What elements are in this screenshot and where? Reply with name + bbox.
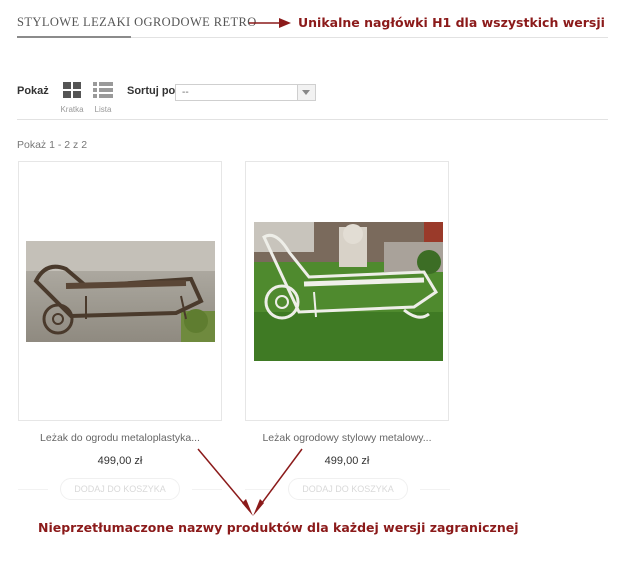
annotation-arrow-right-icon [249,18,291,28]
grid-icon [63,82,81,98]
list-view-label: Lista [94,105,112,114]
toolbar-divider [17,119,608,120]
annotation-arrows-icon [197,448,303,516]
product-card[interactable] [245,161,449,421]
wrought-iron-lounger-image[interactable] [26,241,215,342]
white-iron-lounger-image[interactable] [254,222,443,361]
product-name[interactable]: Leżak ogrodowy stylowy metalowy... [233,432,461,444]
page-title: STYLOWE LEZAKI OGRODOWE RETRO [17,15,257,29]
grid-view-label: Kratka [60,105,84,114]
grid-view-button[interactable]: Kratka [59,82,85,114]
sort-label: Sortuj po [127,85,176,97]
annotation-h1-note: Unikalne nagłówki H1 dla wszystkich wers… [298,15,605,30]
list-icon [93,82,113,98]
add-to-cart-button[interactable]: DODAJ DO KOSZYKA [60,478,180,500]
list-view-button[interactable]: Lista [90,82,116,114]
annotation-product-names-note: Nieprzetłumaczone nazwy produktów dla ka… [38,520,519,535]
view-label: Pokaż [17,85,49,97]
sort-select-value: -- [182,87,189,98]
product-card[interactable] [18,161,222,421]
cart-divider [420,489,450,490]
sort-select[interactable]: -- [175,84,316,101]
chevron-down-icon[interactable] [297,85,315,100]
cart-divider [18,489,48,490]
product-name[interactable]: Leżak do ogrodu metaloplastyka... [6,432,234,444]
title-underline [17,36,131,38]
results-count: Pokaż 1 - 2 z 2 [17,139,88,151]
